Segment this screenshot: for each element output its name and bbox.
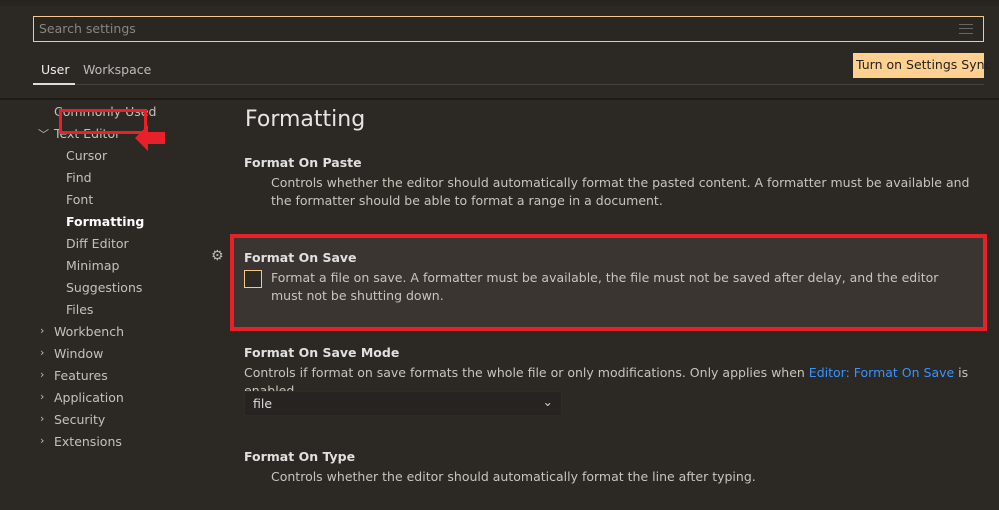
settings-sync-button[interactable]: Turn on Settings Sync xyxy=(853,53,991,78)
chevron-right-icon[interactable]: › xyxy=(40,412,44,425)
toc-find[interactable]: Find xyxy=(66,170,92,185)
format-on-save-link[interactable]: Editor: Format On Save xyxy=(809,365,954,380)
tab-workspace[interactable]: Workspace xyxy=(83,62,151,77)
search-settings-input[interactable]: Search settings xyxy=(33,16,984,42)
red-arrow-annotation-icon xyxy=(135,125,165,151)
chevron-down-icon: ⌄ xyxy=(542,394,553,409)
setting-desc-format-on-save: Format a file on save. A formatter must … xyxy=(271,270,939,303)
toc-formatting[interactable]: Formatting xyxy=(66,214,144,229)
setting-title-format-on-save: Format On Save xyxy=(244,250,357,265)
chevron-right-icon[interactable]: › xyxy=(40,368,44,381)
setting-desc-format-on-paste: Controls whether the editor should autom… xyxy=(271,175,970,208)
tab-user[interactable]: User xyxy=(41,62,70,77)
setting-desc-format-on-type: Controls whether the editor should autom… xyxy=(271,469,756,484)
toc-cursor[interactable]: Cursor xyxy=(66,148,107,163)
chevron-right-icon[interactable]: › xyxy=(40,324,44,337)
toc-suggestions[interactable]: Suggestions xyxy=(66,280,142,295)
chevron-down-icon[interactable]: ﹀ xyxy=(38,126,49,142)
setting-title-format-on-type: Format On Type xyxy=(244,449,356,464)
chevron-right-icon[interactable]: › xyxy=(40,390,44,403)
chevron-right-icon[interactable]: › xyxy=(40,346,44,359)
section-title: Formatting xyxy=(245,107,366,132)
toc-minimap[interactable]: Minimap xyxy=(66,258,119,273)
setting-title-format-on-paste: Format On Paste xyxy=(244,155,362,170)
toc-files[interactable]: Files xyxy=(66,302,93,317)
toc-extensions[interactable]: Extensions xyxy=(54,434,122,449)
chevron-right-icon[interactable]: › xyxy=(40,434,44,447)
settings-scope-tabs: User Workspace xyxy=(33,60,984,85)
format-on-save-checkbox[interactable] xyxy=(244,270,262,288)
toc-features[interactable]: Features xyxy=(54,368,108,383)
toc-font[interactable]: Font xyxy=(66,192,93,207)
active-tab-indicator xyxy=(33,83,75,85)
header-divider xyxy=(0,98,999,100)
toc-application[interactable]: Application xyxy=(54,390,124,405)
format-on-save-mode-select[interactable]: file ⌄ xyxy=(244,391,562,416)
setting-title-format-on-save-mode: Format On Save Mode xyxy=(244,345,400,360)
toc-security[interactable]: Security xyxy=(54,412,105,427)
editor-tab-strip xyxy=(0,0,999,6)
filter-icon[interactable] xyxy=(959,24,973,34)
toc-diff-editor[interactable]: Diff Editor xyxy=(66,236,129,251)
toc-workbench[interactable]: Workbench xyxy=(54,324,124,339)
gear-icon[interactable]: ⚙ xyxy=(211,248,224,264)
toc-window[interactable]: Window xyxy=(54,346,103,361)
highlight-box-formatting xyxy=(59,109,147,134)
